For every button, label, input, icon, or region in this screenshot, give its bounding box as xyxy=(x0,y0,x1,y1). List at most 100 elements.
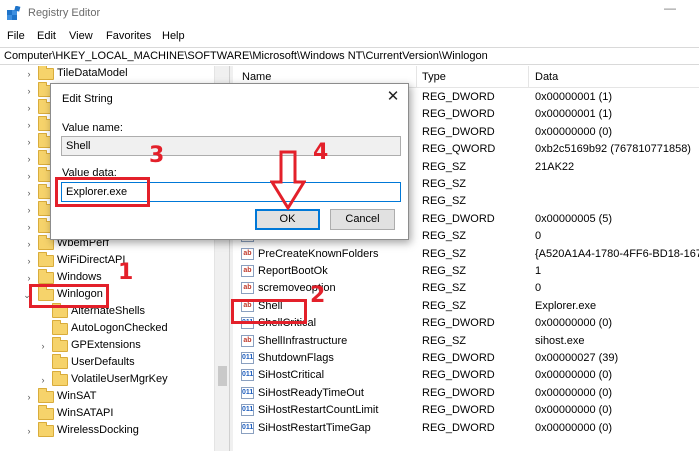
list-row[interactable]: 011 SiHostRestartCountLimit REG_DWORD 0x000… xyxy=(233,402,699,419)
menu-file[interactable]: File xyxy=(7,30,25,42)
chevron-right-icon[interactable]: › xyxy=(24,389,34,406)
menu-favorites[interactable]: Favorites xyxy=(106,30,151,42)
chevron-right-icon[interactable]: › xyxy=(24,423,34,440)
ok-button[interactable]: OK xyxy=(255,209,320,230)
value-type: REG_DWORD xyxy=(422,369,495,382)
chevron-right-icon[interactable]: › xyxy=(24,236,34,253)
column-divider[interactable] xyxy=(416,66,417,88)
tree-item-label: UserDefaults xyxy=(71,356,135,368)
binary-value-icon: 011 xyxy=(241,421,254,434)
tree-item-wifidirectapi[interactable]: › WiFiDirectAPI xyxy=(0,252,214,270)
value-data: 1 xyxy=(535,265,542,277)
list-row[interactable]: ab PreCreateKnownFolders REG_SZ {A520A1A4-1… xyxy=(233,246,699,263)
minimize-button[interactable]: — xyxy=(658,2,682,22)
value-type: REG_SZ xyxy=(422,230,467,243)
chevron-right-icon[interactable]: › xyxy=(24,83,34,100)
value-name-label: Value name: xyxy=(62,122,123,134)
value-type: REG_DWORD xyxy=(422,91,495,103)
chevron-right-icon[interactable]: › xyxy=(38,372,48,389)
value-data: sihost.exe xyxy=(535,334,585,347)
registry-editor-icon xyxy=(7,6,21,20)
chevron-right-icon[interactable]: › xyxy=(24,219,34,236)
value-name: ShellInfrastructure xyxy=(258,334,348,347)
chevron-right-icon[interactable]: › xyxy=(24,202,34,219)
scrollbar-thumb[interactable] xyxy=(218,366,227,386)
value-type: REG_SZ xyxy=(422,160,467,173)
value-type: REG_SZ xyxy=(422,334,467,347)
chevron-right-icon[interactable]: › xyxy=(24,134,34,151)
tree-item-winsat[interactable]: › WinSAT xyxy=(0,388,214,406)
chevron-right-icon[interactable]: › xyxy=(24,117,34,134)
folder-icon xyxy=(52,337,68,352)
column-data[interactable]: Data xyxy=(535,71,558,83)
list-row[interactable]: 011 SiHostRestartTimeGap REG_DWORD 0x000000… xyxy=(233,420,699,437)
tree-item-gpextensions[interactable]: › GPExtensions xyxy=(0,337,214,355)
value-data: {A520A1A4-1780-4FF6-BD18-1673 xyxy=(535,247,699,260)
column-type[interactable]: Type xyxy=(422,71,446,83)
value-name: ReportBootOk xyxy=(258,265,328,277)
tree-item-label: AutoLogonChecked xyxy=(71,322,168,334)
value-name: SiHostRestartCountLimit xyxy=(258,404,379,417)
value-data: 0x00000001 (1) xyxy=(535,91,613,103)
tree-item-label: WinSATAPI xyxy=(57,407,114,419)
chevron-right-icon[interactable]: › xyxy=(24,185,34,202)
folder-icon xyxy=(38,66,54,80)
value-name: SiHostCritical xyxy=(258,369,325,382)
chevron-right-icon[interactable]: › xyxy=(24,151,34,168)
binary-value-icon: 011 xyxy=(241,352,254,364)
cancel-button[interactable]: Cancel xyxy=(330,209,395,230)
value-type: REG_DWORD xyxy=(422,404,495,417)
value-type: REG_DWORD xyxy=(422,212,495,225)
address-bar[interactable]: Computer\HKEY_LOCAL_MACHINE\SOFTWARE\Mic… xyxy=(0,47,699,65)
column-divider[interactable] xyxy=(528,66,529,88)
list-row[interactable]: ab scremoveoption REG_SZ 0 xyxy=(233,280,699,297)
tree-item-tiledatamodel[interactable]: › TileDataModel xyxy=(0,66,214,83)
list-row[interactable]: 011 SiHostCritical REG_DWORD 0x00000000 (0) xyxy=(233,367,699,384)
value-data: 0x00000001 (1) xyxy=(535,108,613,121)
value-type: REG_SZ xyxy=(422,265,467,277)
value-type: REG_SZ xyxy=(422,178,467,190)
value-type: REG_DWORD xyxy=(422,352,495,364)
list-row[interactable]: 011 ShutdownFlags REG_DWORD 0x00000027 (39) xyxy=(233,350,699,367)
annotation-box-winlogon xyxy=(29,284,109,308)
folder-icon xyxy=(38,422,54,437)
value-name: SiHostReadyTimeOut xyxy=(258,386,364,399)
annotation-number-1: 1 xyxy=(118,260,134,285)
window-title: Registry Editor xyxy=(28,7,101,19)
tree-item-label: WinSAT xyxy=(57,390,97,402)
chevron-right-icon[interactable]: › xyxy=(24,66,34,83)
address-path: Computer\HKEY_LOCAL_MACHINE\SOFTWARE\Mic… xyxy=(4,50,488,62)
annotation-number-3: 3 xyxy=(149,143,165,168)
tree-item-autologonchecked[interactable]: AutoLogonChecked xyxy=(0,320,214,338)
value-type: REG_DWORD xyxy=(422,108,495,121)
folder-icon xyxy=(52,371,68,386)
value-data: 0x00000000 (0) xyxy=(535,125,613,138)
value-data: 0x00000005 (5) xyxy=(535,212,613,225)
tree-item-userdefaults[interactable]: UserDefaults xyxy=(0,354,214,372)
value-type: REG_SZ xyxy=(422,299,467,312)
list-row[interactable]: 011 SiHostReadyTimeOut REG_DWORD 0x00000000… xyxy=(233,385,699,402)
column-name[interactable]: Name xyxy=(242,71,271,83)
tree-item-label: WirelessDocking xyxy=(57,424,139,436)
list-row[interactable]: ab ShellInfrastructure REG_SZ sihost.exe xyxy=(233,333,699,350)
value-data: 0 xyxy=(535,230,542,243)
chevron-right-icon[interactable]: › xyxy=(24,168,34,185)
tree-item-volatileusermgrkey[interactable]: › VolatileUserMgrKey xyxy=(0,371,214,389)
value-data: 0x00000000 (0) xyxy=(535,404,613,417)
string-value-icon: ab xyxy=(241,334,254,347)
menu-help[interactable]: Help xyxy=(162,30,185,42)
menu-edit[interactable]: Edit xyxy=(37,30,56,42)
string-value-icon: ab xyxy=(241,265,254,277)
value-name: SiHostRestartTimeGap xyxy=(258,421,371,434)
close-icon[interactable]: ✕ xyxy=(381,86,405,108)
chevron-right-icon[interactable]: › xyxy=(24,253,34,270)
chevron-right-icon[interactable]: › xyxy=(24,100,34,117)
chevron-right-icon[interactable]: › xyxy=(38,338,48,355)
tree-item-winsatapi[interactable]: WinSATAPI xyxy=(0,405,214,423)
tree-item-label: TileDataModel xyxy=(57,67,128,79)
annotation-box-shell xyxy=(231,299,307,324)
annotation-number-2: 2 xyxy=(310,283,326,308)
tree-item-wirelessdocking[interactable]: › WirelessDocking xyxy=(0,422,214,440)
menu-view[interactable]: View xyxy=(69,30,93,42)
list-row[interactable]: ab ReportBootOk REG_SZ 1 xyxy=(233,263,699,280)
